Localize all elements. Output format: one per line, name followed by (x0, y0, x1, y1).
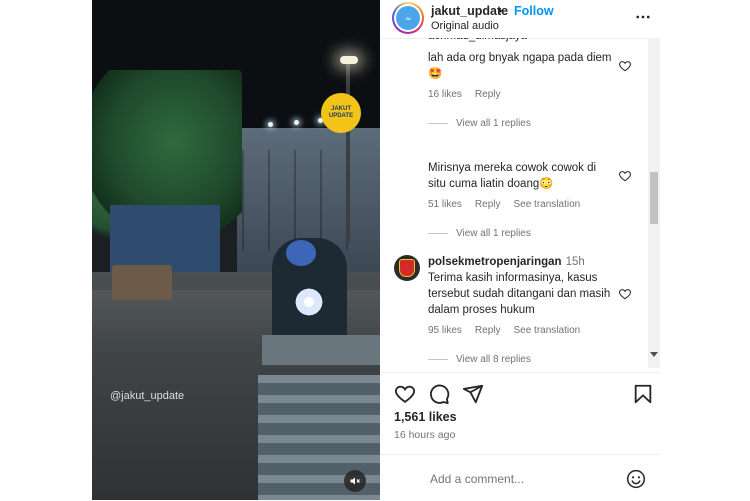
see-translation-button[interactable]: See translation (513, 199, 580, 210)
video-person-helmet (286, 240, 316, 266)
comment-likes[interactable]: 95 likes (428, 325, 462, 336)
comment-meta: 95 likes Reply See translation (428, 325, 593, 336)
video-logo-badge: JAKUT UPDATE (321, 93, 361, 133)
scroll-down-arrow-icon[interactable] (650, 352, 658, 357)
separator-dot: • (498, 4, 503, 18)
avatar-image: JU (396, 6, 420, 30)
police-emblem-icon (399, 259, 415, 277)
action-bar (380, 372, 660, 413)
comment-text: Terima kasih informasinya, kasus tersebu… (428, 272, 611, 316)
mute-button[interactable] (344, 470, 366, 492)
comment-meta: 16 likes Reply (428, 89, 513, 100)
see-translation-button[interactable]: See translation (513, 325, 580, 336)
post-time: 16 hours ago (394, 429, 456, 441)
share-icon[interactable] (462, 383, 484, 405)
video-light (268, 122, 273, 127)
post-username[interactable]: jakut_update (431, 4, 508, 18)
video-bench (262, 335, 380, 365)
comment-meta: 51 likes Reply See translation (428, 199, 593, 210)
video-light (294, 120, 299, 125)
post-header: JU jakut_update • Follow Original audio (380, 0, 660, 39)
post-panel: JU jakut_update • Follow Original audio … (380, 0, 660, 500)
comment-text: Mirisnya mereka cowok cowok di situ cuma… (428, 162, 597, 190)
reply-button[interactable]: Reply (475, 325, 501, 336)
likes-count[interactable]: 1,561 likes (394, 410, 457, 424)
scrollbar-thumb[interactable] (650, 172, 658, 224)
divider-line (428, 122, 448, 124)
comment-likes[interactable]: 51 likes (428, 199, 462, 210)
comment-likes[interactable]: 16 likes (428, 89, 462, 100)
add-comment-row (380, 454, 660, 501)
post-video[interactable]: JAKUT UPDATE @jakut_update (92, 0, 380, 500)
avatar[interactable]: JU (392, 2, 424, 34)
more-icon[interactable] (634, 8, 652, 26)
view-replies-label: View all 8 replies (456, 354, 531, 365)
comment-icon[interactable] (428, 383, 450, 405)
view-replies-button[interactable]: View all 1 replies (428, 228, 531, 239)
divider-line (428, 232, 448, 234)
video-shirt-print (292, 285, 326, 319)
video-watermark: @jakut_update (110, 390, 185, 402)
video-lamp-pole (346, 62, 350, 242)
view-replies-button[interactable]: View all 8 replies (428, 354, 531, 365)
comment-header: polsekmetropenjaringan 15h (428, 254, 628, 270)
video-building-lines (242, 150, 362, 250)
comment-time: 15h (565, 256, 585, 268)
comment-username-text[interactable]: achmad_dimasjaya (428, 38, 527, 42)
reply-button[interactable]: Reply (475, 89, 501, 100)
divider-line (428, 358, 448, 360)
emoji-icon[interactable] (626, 469, 646, 489)
audio-label[interactable]: Original audio (431, 20, 499, 32)
follow-button[interactable]: Follow (514, 4, 554, 18)
video-logo-text: JAKUT UPDATE (328, 106, 354, 119)
reply-button[interactable]: Reply (475, 199, 501, 210)
heart-icon[interactable] (394, 383, 416, 405)
view-replies-label: View all 1 replies (456, 228, 531, 239)
comment-heart-icon[interactable] (618, 287, 632, 301)
comment-heart-icon[interactable] (618, 169, 632, 183)
avatar-frame: JU (394, 4, 422, 32)
comment-username[interactable]: polsekmetropenjaringan (428, 256, 562, 268)
comment-heart-icon[interactable] (618, 59, 632, 73)
comment-text: lah ada org bnyak ngapa pada diem 🤩 (428, 52, 612, 80)
comments-list[interactable]: achmad_dimasjaya lah ada org bnyak ngapa… (380, 38, 648, 368)
comment-username[interactable]: achmad_dimasjaya (428, 38, 527, 48)
view-replies-label: View all 1 replies (456, 118, 531, 129)
add-comment-input[interactable] (430, 472, 610, 486)
mute-icon (350, 477, 360, 485)
view-replies-button[interactable]: View all 1 replies (428, 118, 531, 129)
commenter-avatar[interactable] (394, 255, 420, 281)
video-vehicle (112, 265, 172, 300)
bookmark-icon[interactable] (632, 383, 654, 405)
video-lamp (340, 56, 358, 64)
